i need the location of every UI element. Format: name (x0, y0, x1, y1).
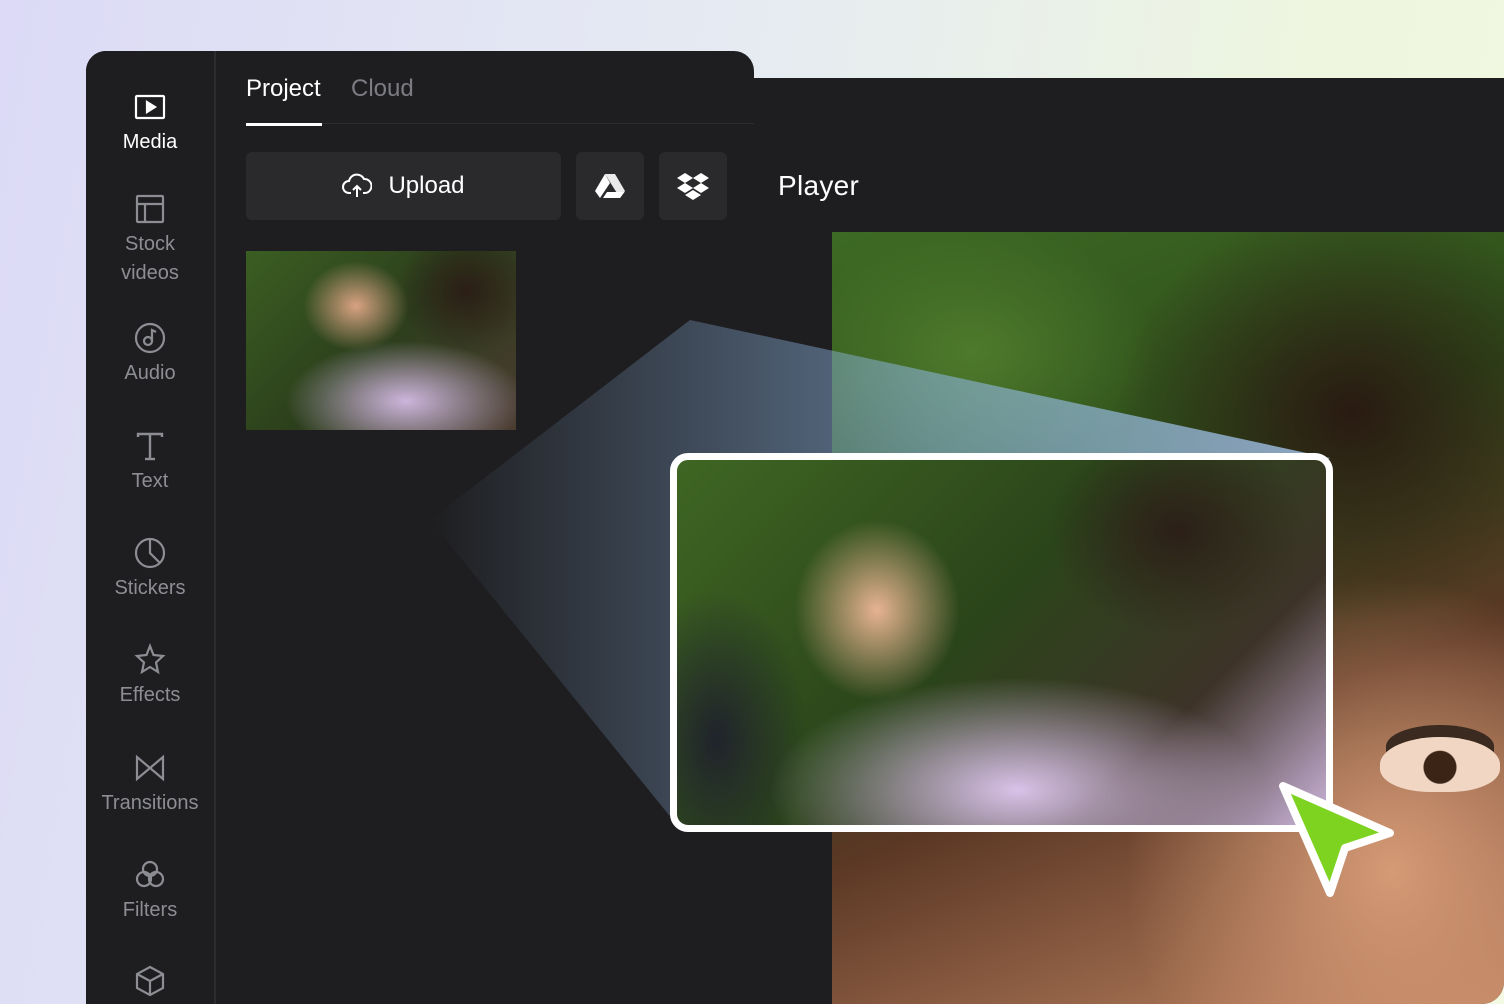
sidebar-item-stickers[interactable]: Stickers (86, 536, 214, 603)
sidebar-item-label: Text (131, 470, 169, 492)
filters-icon (135, 860, 165, 888)
media-thumbnail[interactable] (246, 251, 516, 430)
sidebar-item-media[interactable]: Media (86, 90, 214, 157)
google-drive-icon (595, 174, 625, 198)
sidebar-item-transitions[interactable]: Transitions (86, 751, 214, 818)
sidebar-item-elements[interactable] (86, 964, 214, 1002)
sidebar-item-label: Filters (122, 899, 178, 921)
sidebar: Media Stock videos Audio Text Stickers E… (86, 51, 216, 1004)
google-drive-button[interactable] (576, 152, 644, 220)
sidebar-item-audio[interactable]: Audio (86, 321, 214, 388)
audio-icon (134, 322, 166, 354)
zoomed-preview (670, 453, 1333, 832)
upload-label: Upload (388, 172, 465, 199)
sidebar-item-label: Stock videos (121, 233, 179, 284)
sidebar-item-filters[interactable]: Filters (86, 858, 214, 925)
editor-panel: Media Stock videos Audio Text Stickers E… (86, 51, 754, 1004)
media-icon (134, 94, 166, 120)
transitions-icon (135, 754, 165, 782)
sidebar-item-label: Audio (124, 362, 176, 384)
cursor-arrow-icon (1279, 782, 1394, 897)
sidebar-item-text[interactable]: Text (86, 429, 214, 496)
cloud-upload-icon (342, 173, 373, 197)
stickers-icon (134, 537, 166, 569)
sidebar-item-label: Media (122, 131, 178, 153)
upload-button[interactable]: Upload (246, 152, 561, 220)
tab-cloud[interactable]: Cloud (351, 75, 414, 103)
app-canvas: Player Media Stock videos Audio Text Sti… (0, 0, 1504, 1004)
dropbox-icon (677, 173, 709, 200)
tab-label: Cloud (351, 75, 414, 102)
tab-active-indicator (246, 123, 322, 126)
tab-label: Project (246, 75, 321, 102)
dropbox-button[interactable] (659, 152, 727, 220)
stock-videos-icon (135, 194, 165, 224)
sidebar-item-label: Stickers (114, 577, 186, 599)
sidebar-item-stock-videos[interactable]: Stock videos (86, 192, 214, 288)
tab-project[interactable]: Project (246, 75, 322, 126)
effects-icon (134, 643, 166, 675)
player-title: Player (778, 170, 860, 201)
sidebar-item-label: Effects (119, 684, 181, 706)
sidebar-item-label: Transitions (101, 792, 199, 814)
text-icon (136, 432, 164, 461)
elements-icon (135, 965, 165, 997)
sidebar-item-effects[interactable]: Effects (86, 643, 214, 710)
media-tabs: Project Cloud (246, 73, 754, 126)
